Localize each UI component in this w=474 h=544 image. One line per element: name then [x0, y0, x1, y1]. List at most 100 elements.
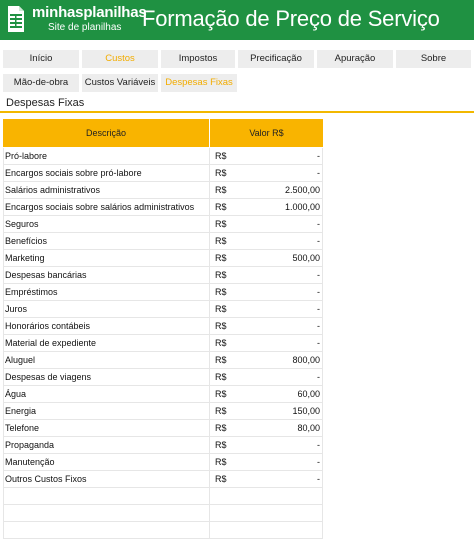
expense-value[interactable]: 60,00 — [297, 389, 320, 399]
expense-value[interactable]: 2.500,00 — [285, 185, 320, 195]
currency-symbol: R$ — [215, 287, 227, 297]
currency-symbol: R$ — [215, 321, 227, 331]
expense-description[interactable]: Empréstimos — [5, 287, 58, 297]
table-row[interactable]: Pró-labore R$ - — [3, 148, 323, 165]
cell-divider — [322, 182, 323, 199]
cell-divider — [209, 182, 210, 199]
cell-divider — [209, 454, 210, 471]
expense-value[interactable]: - — [317, 440, 320, 450]
table-row[interactable]: Energia R$ 150,00 — [3, 403, 323, 420]
tab-apuracao[interactable]: Apuração — [317, 50, 393, 68]
tab-impostos[interactable]: Impostos — [161, 50, 235, 68]
table-row[interactable] — [3, 488, 323, 505]
table-row[interactable]: Manutenção R$ - — [3, 454, 323, 471]
expense-value[interactable]: - — [317, 287, 320, 297]
cell-divider — [209, 267, 210, 284]
expense-value[interactable]: - — [317, 372, 320, 382]
cell-divider — [322, 335, 323, 352]
expense-description[interactable]: Outros Custos Fixos — [5, 474, 87, 484]
expense-value[interactable]: - — [317, 168, 320, 178]
table-row[interactable] — [3, 505, 323, 522]
cell-divider — [3, 165, 4, 182]
table-row[interactable]: Telefone R$ 80,00 — [3, 420, 323, 437]
expense-value[interactable]: - — [317, 474, 320, 484]
table-row[interactable]: Propaganda R$ - — [3, 437, 323, 454]
expense-value[interactable]: - — [317, 270, 320, 280]
table-row[interactable]: Empréstimos R$ - — [3, 284, 323, 301]
expense-value[interactable]: - — [317, 219, 320, 229]
tab-inicio[interactable]: Início — [3, 50, 79, 68]
currency-symbol: R$ — [215, 202, 227, 212]
expense-value[interactable]: - — [317, 236, 320, 246]
tab-custos-variaveis[interactable]: Custos Variáveis — [82, 74, 158, 92]
table-row[interactable]: Água R$ 60,00 — [3, 386, 323, 403]
cell-divider — [3, 369, 4, 386]
table-row[interactable]: Material de expediente R$ - — [3, 335, 323, 352]
currency-symbol: R$ — [215, 389, 227, 399]
expense-description[interactable]: Encargos sociais sobre salários administ… — [5, 202, 194, 212]
currency-symbol: R$ — [215, 168, 227, 178]
expense-value[interactable]: - — [317, 457, 320, 467]
table-row[interactable]: Seguros R$ - — [3, 216, 323, 233]
expense-value[interactable]: 800,00 — [292, 355, 320, 365]
cell-divider — [3, 454, 4, 471]
expense-description[interactable]: Pró-labore — [5, 151, 47, 161]
cell-divider — [209, 386, 210, 403]
table-row[interactable]: Marketing R$ 500,00 — [3, 250, 323, 267]
expense-description[interactable]: Material de expediente — [5, 338, 96, 348]
table-row[interactable]: Despesas bancárias R$ - — [3, 267, 323, 284]
currency-symbol: R$ — [215, 253, 227, 263]
currency-symbol: R$ — [215, 270, 227, 280]
expense-description[interactable]: Aluguel — [5, 355, 35, 365]
table-row[interactable]: Outros Custos Fixos R$ - — [3, 471, 323, 488]
table-row[interactable]: Salários administrativos R$ 2.500,00 — [3, 182, 323, 199]
table-row[interactable]: Juros R$ - — [3, 301, 323, 318]
expense-description[interactable]: Despesas de viagens — [5, 372, 91, 382]
expense-description[interactable]: Honorários contábeis — [5, 321, 90, 331]
expense-value[interactable]: 1.000,00 — [285, 202, 320, 212]
cell-divider — [209, 216, 210, 233]
table-row[interactable] — [3, 522, 323, 539]
expense-description[interactable]: Manutenção — [5, 457, 55, 467]
column-header-description: Descrição — [3, 119, 209, 147]
cell-divider — [3, 522, 4, 539]
page-title: Formação de Preço de Serviço — [142, 6, 440, 31]
expense-value[interactable]: 500,00 — [292, 253, 320, 263]
expense-description[interactable]: Telefone — [5, 423, 39, 433]
expense-value[interactable]: - — [317, 321, 320, 331]
table-row[interactable]: Aluguel R$ 800,00 — [3, 352, 323, 369]
cell-divider — [3, 148, 4, 165]
tab-mao-de-obra[interactable]: Mão-de-obra — [3, 74, 79, 92]
tab-despesas-fixas[interactable]: Despesas Fixas — [161, 74, 237, 92]
cell-divider — [3, 233, 4, 250]
table-row[interactable]: Encargos sociais sobre salários administ… — [3, 199, 323, 216]
table-row[interactable]: Honorários contábeis R$ - — [3, 318, 323, 335]
expense-value[interactable]: - — [317, 304, 320, 314]
table-row[interactable]: Benefícios R$ - — [3, 233, 323, 250]
expense-description[interactable]: Marketing — [5, 253, 45, 263]
expense-value[interactable]: - — [317, 151, 320, 161]
table-row[interactable]: Despesas de viagens R$ - — [3, 369, 323, 386]
tab-custos[interactable]: Custos — [82, 50, 158, 68]
cell-divider — [322, 148, 323, 165]
currency-symbol: R$ — [215, 457, 227, 467]
expense-value[interactable]: 80,00 — [297, 423, 320, 433]
cell-divider — [322, 165, 323, 182]
currency-symbol: R$ — [215, 440, 227, 450]
tab-sobre[interactable]: Sobre — [396, 50, 471, 68]
expense-value[interactable]: 150,00 — [292, 406, 320, 416]
expense-description[interactable]: Encargos sociais sobre pró-labore — [5, 168, 142, 178]
brand-subtitle: Site de planilhas — [48, 22, 122, 33]
expense-description[interactable]: Benefícios — [5, 236, 47, 246]
expense-description[interactable]: Propaganda — [5, 440, 54, 450]
expense-description[interactable]: Despesas bancárias — [5, 270, 87, 280]
tab-precificacao[interactable]: Precificação — [238, 50, 314, 68]
expense-value[interactable]: - — [317, 338, 320, 348]
expense-description[interactable]: Seguros — [5, 219, 39, 229]
expense-description[interactable]: Energia — [5, 406, 36, 416]
cell-divider — [209, 165, 210, 182]
expense-description[interactable]: Salários administrativos — [5, 185, 100, 195]
expense-description[interactable]: Juros — [5, 304, 27, 314]
expense-description[interactable]: Água — [5, 389, 26, 399]
table-row[interactable]: Encargos sociais sobre pró-labore R$ - — [3, 165, 323, 182]
